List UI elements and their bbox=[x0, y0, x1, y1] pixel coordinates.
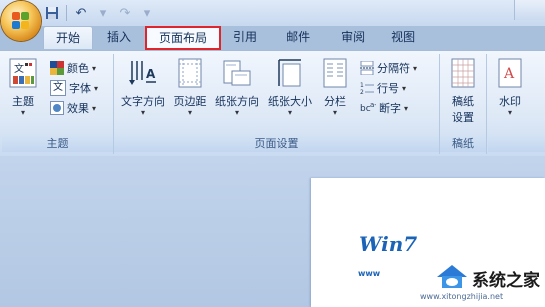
watermark-icon: A bbox=[498, 58, 522, 88]
breaks-icon bbox=[360, 61, 374, 75]
watermark-url: www.xitongzhijia.net bbox=[420, 292, 504, 301]
draft-paper-group-label: 稿纸 bbox=[440, 136, 486, 152]
margins-icon bbox=[178, 58, 202, 88]
svg-text:2: 2 bbox=[360, 89, 364, 95]
title-bar: ↶ ▾ ↷ ▾ bbox=[0, 0, 545, 26]
line-numbers-icon: 12 bbox=[360, 82, 374, 95]
chevron-down-icon: ▾ bbox=[92, 63, 97, 73]
theme-effects-button[interactable]: 效果 ▾ bbox=[50, 99, 96, 117]
theme-colors-label: 颜色 bbox=[67, 62, 89, 75]
themes-group: 文 主题 ▾ 颜色 ▾ 文 字体 ▾ 效果 ▾ 主题 bbox=[2, 54, 114, 154]
redo-icon[interactable]: ↷ bbox=[117, 5, 133, 21]
columns-icon bbox=[323, 58, 347, 88]
hyphenation-label: 断字 bbox=[379, 102, 401, 115]
chevron-down-icon: ▾ bbox=[92, 103, 97, 113]
save-icon[interactable] bbox=[44, 5, 60, 21]
page-setup-group-label: 页面设置 bbox=[114, 136, 439, 152]
themes-label: 主题 bbox=[12, 95, 34, 108]
tab-home[interactable]: 开始 bbox=[43, 26, 94, 49]
margins-label: 页边距 bbox=[173, 95, 207, 108]
text-direction-label: 文字方向 bbox=[121, 95, 165, 108]
window-controls[interactable] bbox=[514, 0, 545, 20]
watermark-button[interactable]: A 水印 ▾ bbox=[494, 58, 526, 117]
size-button[interactable]: 纸张大小 ▾ bbox=[265, 58, 315, 117]
watermark-label: 水印 bbox=[499, 95, 521, 108]
chevron-down-icon: ▾ bbox=[234, 108, 239, 117]
chevron-down-icon[interactable]: ▾ bbox=[95, 5, 111, 21]
draft-paper-icon bbox=[451, 58, 475, 88]
chevron-down-icon: ▾ bbox=[94, 83, 99, 93]
theme-effects-label: 效果 bbox=[67, 102, 89, 115]
line-numbers-label: 行号 bbox=[377, 82, 399, 95]
size-label: 纸张大小 bbox=[268, 95, 312, 108]
theme-colors-button[interactable]: 颜色 ▾ bbox=[50, 59, 96, 77]
orientation-button[interactable]: 纸张方向 ▾ bbox=[212, 58, 262, 117]
watermark-www: www bbox=[358, 269, 381, 278]
chevron-down-icon: ▾ bbox=[187, 108, 192, 117]
theme-colors-icon bbox=[50, 61, 64, 75]
columns-button[interactable]: 分栏 ▾ bbox=[320, 58, 350, 117]
office-button[interactable] bbox=[1, 1, 41, 41]
svg-text:1: 1 bbox=[360, 82, 364, 89]
hyphenation-icon: bca- bbox=[360, 101, 376, 114]
watermark-brand: Win7 bbox=[359, 232, 418, 256]
orientation-icon bbox=[223, 60, 251, 86]
themes-group-label: 主题 bbox=[2, 136, 113, 152]
theme-fonts-label: 字体 bbox=[69, 82, 91, 95]
themes-icon: 文 bbox=[9, 58, 37, 88]
watermark-site-name: 系统之家 bbox=[472, 271, 540, 291]
theme-fonts-icon: 文 bbox=[50, 80, 66, 96]
window-title bbox=[326, 5, 431, 19]
tab-view[interactable]: 视图 bbox=[379, 26, 427, 48]
undo-icon[interactable]: ↶ bbox=[73, 5, 89, 21]
themes-button[interactable]: 文 主题 ▾ bbox=[6, 58, 40, 117]
chevron-down-icon: ▾ bbox=[404, 103, 409, 113]
page-setup-group: A 文字方向 ▾ 页边距 ▾ 纸张方向 ▾ 纸张大小 ▾ 分栏 ▾ 分隔符 ▾ … bbox=[114, 54, 440, 154]
quick-access-toolbar: ↶ ▾ ↷ ▾ bbox=[44, 3, 155, 23]
tab-mailings[interactable]: 邮件 bbox=[269, 26, 327, 48]
svg-text:a-: a- bbox=[370, 101, 376, 109]
page-background-group: A 水印 ▾ bbox=[488, 54, 545, 154]
chevron-down-icon: ▾ bbox=[140, 108, 145, 117]
chevron-down-icon: ▾ bbox=[507, 108, 512, 117]
svg-text:A: A bbox=[503, 66, 515, 82]
text-direction-icon: A bbox=[129, 61, 156, 85]
chevron-down-icon: ▾ bbox=[20, 108, 25, 117]
customize-qat-icon[interactable]: ▾ bbox=[139, 5, 155, 21]
theme-fonts-button[interactable]: 文 字体 ▾ bbox=[50, 79, 98, 97]
line-numbers-button[interactable]: 12 行号 ▾ bbox=[360, 79, 406, 97]
office-logo-icon bbox=[12, 12, 30, 30]
svg-text:文: 文 bbox=[14, 62, 24, 75]
draft-paper-label-line1: 稿纸 bbox=[452, 95, 474, 108]
chevron-down-icon: ▾ bbox=[287, 108, 292, 117]
tab-insert[interactable]: 插入 bbox=[95, 26, 143, 48]
hyphenation-button[interactable]: bca- 断字 ▾ bbox=[360, 99, 408, 117]
columns-label: 分栏 bbox=[324, 95, 346, 108]
qat-separator bbox=[66, 5, 67, 21]
ribbon: 文 主题 ▾ 颜色 ▾ 文 字体 ▾ 效果 ▾ 主题 A 文字方向 ▾ 页边距 … bbox=[0, 50, 545, 157]
breaks-button[interactable]: 分隔符 ▾ bbox=[360, 59, 417, 77]
margins-button[interactable]: 页边距 ▾ bbox=[171, 58, 209, 117]
house-logo-icon bbox=[437, 265, 467, 288]
tab-references[interactable]: 引用 bbox=[223, 26, 267, 48]
draft-paper-group: 稿纸 设置 稿纸 bbox=[440, 54, 487, 154]
draft-paper-settings-button[interactable]: 稿纸 设置 bbox=[444, 58, 482, 125]
tab-page-layout[interactable]: 页面布局 bbox=[145, 26, 222, 50]
text-direction-button[interactable]: A 文字方向 ▾ bbox=[118, 58, 168, 117]
draft-paper-label-line2: 设置 bbox=[452, 111, 474, 124]
tab-review[interactable]: 审阅 bbox=[329, 26, 377, 48]
svg-text:A: A bbox=[146, 67, 156, 81]
chevron-down-icon: ▾ bbox=[332, 108, 337, 117]
chevron-down-icon: ▾ bbox=[413, 63, 418, 73]
breaks-label: 分隔符 bbox=[377, 62, 410, 75]
theme-effects-icon bbox=[50, 101, 64, 115]
paper-size-icon bbox=[278, 59, 301, 87]
page-background-group-label bbox=[488, 136, 545, 152]
chevron-down-icon: ▾ bbox=[402, 83, 407, 93]
orientation-label: 纸张方向 bbox=[215, 95, 259, 108]
ribbon-tabs: 开始 插入 页面布局 引用 邮件 审阅 视图 bbox=[43, 26, 429, 50]
